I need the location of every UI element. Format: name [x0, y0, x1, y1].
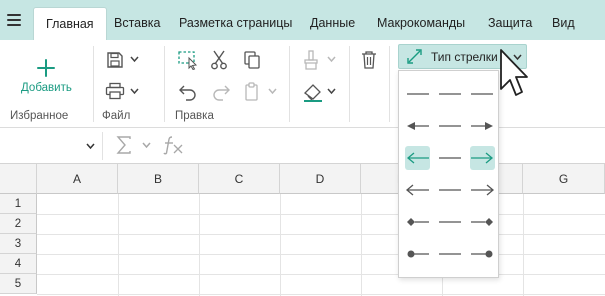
arrow-type-menu — [398, 70, 499, 278]
ribbon-divider — [349, 46, 350, 122]
copy-icon[interactable] — [243, 50, 261, 70]
grid-line — [37, 294, 605, 295]
arrow-option-open-arrow[interactable] — [403, 146, 495, 170]
group-label-file: Файл — [102, 110, 131, 122]
arrow-option-diamond[interactable] — [403, 210, 495, 234]
arrow-option-preview — [407, 250, 493, 258]
group-label-favorites: Избранное — [10, 110, 69, 122]
ribbon-divider — [389, 46, 390, 122]
column-header[interactable]: D — [280, 164, 361, 194]
grid-line — [37, 214, 605, 215]
function-icon[interactable] — [163, 135, 185, 155]
row-header[interactable]: 3 — [0, 234, 37, 254]
row-header[interactable]: 4 — [0, 254, 37, 274]
ribbon-tab-bar: Главная Вставка Разметка страницы Данные… — [0, 0, 605, 40]
grid-line — [118, 194, 119, 296]
chevron-down-icon[interactable] — [327, 55, 336, 63]
column-header[interactable]: B — [118, 164, 199, 194]
mouse-pointer-icon — [500, 49, 528, 96]
arrow-option-preview — [405, 184, 495, 196]
format-painter-icon[interactable] — [302, 50, 320, 70]
chevron-down-icon[interactable] — [142, 141, 151, 149]
grid-line — [361, 194, 362, 296]
row-header[interactable]: 2 — [0, 214, 37, 234]
add-favorite-icon[interactable] — [37, 59, 55, 77]
arrow-line-icon — [407, 49, 422, 64]
add-favorite-button[interactable]: Добавить — [21, 82, 72, 94]
chevron-down-icon[interactable] — [268, 87, 277, 95]
tab-page-layout[interactable]: Разметка страницы — [179, 7, 292, 40]
select-all-corner[interactable] — [0, 164, 37, 194]
tab-view[interactable]: Вид — [552, 7, 575, 40]
trash-icon[interactable] — [361, 50, 377, 70]
tab-home[interactable]: Главная — [33, 7, 107, 40]
select-region-icon[interactable] — [177, 50, 199, 70]
arrow-option-oval[interactable] — [403, 242, 495, 266]
arrow-option-arrow[interactable] — [403, 114, 495, 138]
print-icon[interactable] — [105, 82, 125, 100]
arrow-type-label: Тип стрелки — [431, 50, 498, 64]
grid-line — [523, 194, 524, 296]
chevron-down-icon[interactable] — [86, 142, 95, 150]
tab-data[interactable]: Данные — [310, 7, 355, 40]
grid-line — [37, 234, 605, 235]
formula-bar — [0, 128, 605, 164]
eraser-icon[interactable] — [302, 82, 324, 102]
grid-line — [37, 274, 605, 275]
hamburger-menu-icon[interactable] — [7, 14, 21, 26]
arrow-option-preview — [407, 218, 493, 226]
chevron-down-icon[interactable] — [130, 87, 139, 95]
undo-icon[interactable] — [178, 83, 198, 101]
arrow-option-preview — [407, 122, 493, 130]
save-icon[interactable] — [106, 51, 124, 69]
tab-protection[interactable]: Защита — [488, 7, 532, 40]
redo-icon[interactable] — [211, 83, 231, 101]
chevron-down-icon[interactable] — [327, 87, 336, 95]
arrow-option-stealth[interactable] — [403, 178, 495, 202]
row-header[interactable]: 1 — [0, 194, 37, 214]
column-header[interactable]: A — [37, 164, 118, 194]
arrow-option-none[interactable] — [403, 82, 495, 106]
spreadsheet-grid[interactable]: A B C D E F G 1 2 3 4 5 — [0, 164, 605, 296]
chevron-down-icon[interactable] — [130, 55, 139, 63]
paste-icon[interactable] — [244, 82, 260, 102]
ribbon-divider — [93, 46, 94, 122]
tab-macros[interactable]: Макрокоманды — [377, 7, 465, 40]
name-box[interactable] — [0, 132, 103, 160]
tab-insert[interactable]: Вставка — [114, 7, 160, 40]
sum-icon[interactable] — [116, 136, 132, 154]
group-label-edit: Правка — [175, 110, 214, 122]
ribbon-divider — [164, 46, 165, 122]
grid-line — [37, 254, 605, 255]
cut-icon[interactable] — [210, 50, 228, 70]
ribbon-divider — [289, 46, 290, 122]
column-header[interactable]: G — [523, 164, 605, 194]
arrow-option-preview — [406, 152, 494, 164]
grid-line — [199, 194, 200, 296]
arrow-option-preview — [407, 93, 493, 95]
row-header[interactable]: 5 — [0, 274, 37, 294]
grid-line — [280, 194, 281, 296]
column-header[interactable]: C — [199, 164, 280, 194]
